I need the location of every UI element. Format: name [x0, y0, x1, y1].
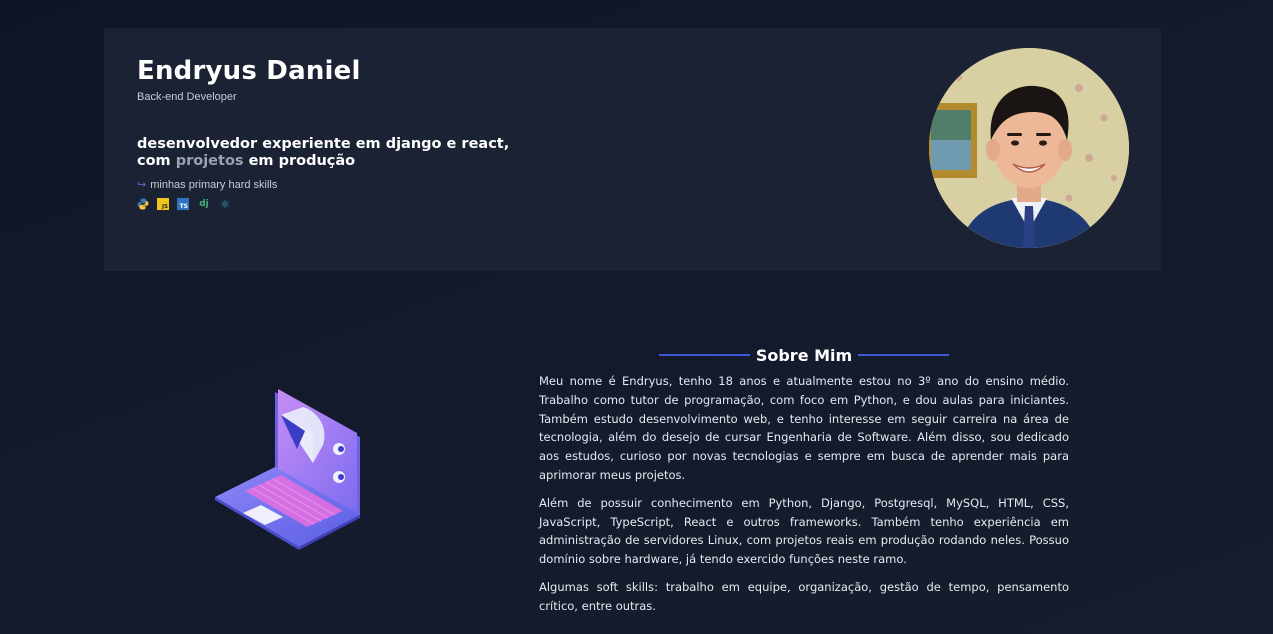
- heading-line-left: [659, 354, 750, 356]
- portfolio-page: Endryus Daniel Back-end Developer desenv…: [0, 0, 1273, 634]
- heading-line-right: [858, 354, 950, 356]
- react-icon: ⚛: [220, 197, 230, 211]
- return-arrow-icon: ↪: [137, 179, 147, 191]
- javascript-icon: JS: [157, 198, 169, 210]
- hero-role: Back-end Developer: [137, 91, 237, 103]
- tagline-text-end: em produção: [243, 153, 356, 169]
- skills-label-text: minhas primary hard skills: [150, 178, 278, 191]
- skills-icon-row: JS TS dj ⚛: [137, 197, 231, 211]
- django-icon: dj: [199, 199, 209, 209]
- about-title: Sobre Mim: [755, 345, 853, 365]
- about-paragraph: Meu nome é Endryus, tenho 18 anos e atua…: [539, 374, 1069, 482]
- about-text: Meu nome é Endryus, tenho 18 anos e atua…: [539, 372, 1069, 625]
- about-paragraph: Algumas soft skills: trabalho em equipe,…: [539, 579, 1069, 613]
- hero-card: Endryus Daniel Back-end Developer desenv…: [104, 28, 1161, 271]
- about-paragraph: Além de possuir conhecimento em Python, …: [539, 495, 1069, 567]
- skills-label: ↪ minhas primary hard skills: [137, 178, 278, 192]
- hero-name: Endryus Daniel: [137, 56, 361, 86]
- about-heading: Sobre Mim: [659, 344, 950, 366]
- profile-photo: [929, 48, 1129, 248]
- python-icon: [137, 198, 149, 210]
- tagline-highlight: projetos: [175, 153, 244, 169]
- typescript-icon: TS: [177, 198, 189, 210]
- laptop-illustration: [205, 385, 375, 555]
- hero-tagline: desenvolvedor experiente em django e rea…: [137, 136, 537, 170]
